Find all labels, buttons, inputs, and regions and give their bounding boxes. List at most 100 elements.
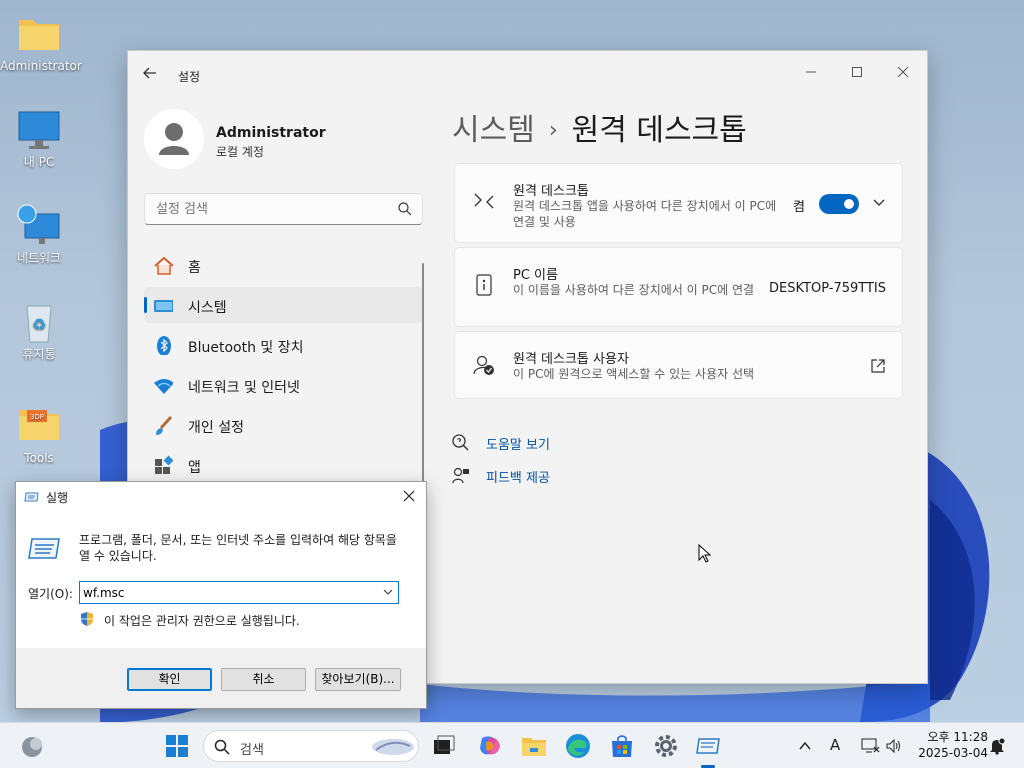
sidebar-item-home[interactable]: 홈 [144,247,423,283]
taskbar: 검색 A 오후 11:28 2025-03-04 [0,722,1024,768]
minimize-icon [806,71,816,73]
desktop-icon-label: 네트워크 [16,251,62,265]
open-combobox[interactable] [79,581,399,604]
search-icon [398,202,412,216]
run-app-icon[interactable] [694,732,722,760]
admin-shield-icon [81,612,93,626]
sidebar-nav: 홈 시스템 Bluetooth 및 장치 네트워크 및 인터넷 개인 설정 앱 [144,247,423,487]
desktop-icon-administrator[interactable]: Administrator [0,12,82,73]
sidebar-scrollbar[interactable] [422,263,424,493]
cancel-button[interactable]: 취소 [221,668,306,691]
recycle-bin-icon: ♻ [15,300,63,344]
breadcrumb-separator: › [548,118,558,143]
arrow-left-icon [143,67,156,79]
card-title: PC 이름 [513,268,558,283]
task-view-icon[interactable] [430,732,458,760]
close-icon [897,66,909,78]
settings-search [144,193,423,225]
user-icon [159,123,189,155]
remote-desktop-card[interactable]: 원격 데스크톱 원격 데스크톱 앱을 사용하여 다른 장치에서 이 PC에 연결… [454,163,903,243]
run-close-button[interactable] [398,486,420,508]
feedback-icon [452,467,469,484]
ok-button[interactable]: 확인 [127,668,212,691]
open-label: 열기(O): [28,587,73,601]
profile-account-type: 로컬 계정 [216,145,264,159]
run-program-icon [28,538,60,559]
sidebar-item-system[interactable]: 시스템 [144,287,423,323]
weather-widget-icon[interactable] [18,732,46,760]
chevron-down-icon[interactable] [382,586,394,598]
system-icon [154,300,173,312]
pc-name-value: DESKTOP-759TTIS [769,281,886,296]
notification-bell-icon[interactable] [988,737,1006,755]
sidebar-item-label: 앱 [188,460,201,476]
run-dialog: 실행 프로그램, 폴더, 문서, 또는 인터넷 주소를 입력하여 해당 항목을 … [15,481,427,709]
settings-gear-icon[interactable] [652,732,680,760]
store-icon[interactable] [608,732,636,760]
sidebar-item-label: 홈 [188,260,201,276]
maximize-button[interactable] [834,59,880,89]
edge-browser-icon[interactable] [564,732,592,760]
card-title: 원격 데스크톱 사용자 [513,352,629,367]
chevron-up-icon[interactable] [798,739,812,753]
remote-desktop-icon [474,193,494,209]
sidebar-item-label: 시스템 [188,300,227,316]
svg-text:3DP: 3DP [30,413,44,421]
system-clock[interactable]: 오후 11:28 2025-03-04 [912,729,988,761]
run-footer: 확인 취소 찾아보기(B)... [16,648,426,708]
search-icon [214,739,230,755]
apps-icon [155,455,173,474]
desktop-icon-label: Administrator [0,59,82,73]
breadcrumb-parent[interactable]: 시스템 [452,113,535,148]
file-explorer-icon[interactable] [520,732,548,760]
close-icon [403,490,415,502]
start-button-icon[interactable] [163,732,191,760]
copilot-icon[interactable] [476,732,504,760]
card-description: 이 PC에 원격으로 액세스할 수 있는 사용자 선택 [513,367,755,381]
sidebar-item-label: 개인 설정 [188,420,244,436]
card-description: 원격 데스크톱 앱을 사용하여 다른 장치에서 이 PC에 연결 및 사용 [513,199,777,229]
wifi-icon [154,379,173,394]
sidebar-item-personalization[interactable]: 개인 설정 [144,407,423,443]
run-icon [24,492,39,502]
window-title: 설정 [178,70,201,84]
remote-desktop-users-card[interactable]: 원격 데스크톱 사용자 이 PC에 원격으로 액세스할 수 있는 사용자 선택 [454,331,903,399]
monitor-icon [15,108,63,152]
desktop-icon-network[interactable]: 네트워크 [0,204,78,265]
desktop-icon-recycle-bin[interactable]: ♻ 휴지통 [0,300,78,361]
page-title: 원격 데스크톱 [571,113,747,148]
admin-note: 이 작업은 관리자 권한으로 실행됩니다. [104,614,300,628]
sidebar-item-label: 네트워크 및 인터넷 [188,380,300,396]
sidebar-item-label: Bluetooth 및 장치 [188,340,304,356]
brush-icon [156,415,173,435]
desktop-icon-my-pc[interactable]: 내 PC [0,108,78,169]
taskbar-search-placeholder: 검색 [240,743,264,758]
run-title: 실행 [46,491,69,505]
network-status-icon[interactable] [861,738,881,754]
card-title: 원격 데스크톱 [513,184,589,199]
pc-name-card: PC 이름 이 이름을 사용하여 다른 장치에서 이 PC에 연결 DESKTO… [454,247,903,327]
search-input[interactable] [145,194,385,224]
sidebar-item-bluetooth[interactable]: Bluetooth 및 장치 [144,327,423,363]
sidebar-item-apps[interactable]: 앱 [144,447,423,483]
back-button[interactable] [142,65,162,85]
minimize-button[interactable] [788,59,834,89]
remote-desktop-toggle[interactable] [819,194,859,214]
input-method-indicator[interactable]: A [830,736,840,754]
volume-icon[interactable] [885,738,903,754]
profile-name: Administrator [216,125,326,141]
desktop-icon-tools[interactable]: 3DP Tools [0,404,78,465]
sidebar-item-network[interactable]: 네트워크 및 인터넷 [144,367,423,403]
browse-button[interactable]: 찾아보기(B)... [315,668,401,691]
desktop-icon-label: 휴지통 [22,347,56,361]
close-button[interactable] [880,59,926,89]
taskbar-search[interactable]: 검색 [203,730,419,762]
desktop-icon-label: 내 PC [23,155,55,169]
chevron-down-icon[interactable] [871,194,887,210]
svg-text:♻: ♻ [32,315,46,334]
open-input[interactable] [80,582,370,603]
run-title-bar: 실행 [16,482,426,512]
help-link-text: 도움말 보기 [486,438,550,453]
bluetooth-icon [157,336,171,355]
open-external-icon[interactable] [870,358,886,374]
